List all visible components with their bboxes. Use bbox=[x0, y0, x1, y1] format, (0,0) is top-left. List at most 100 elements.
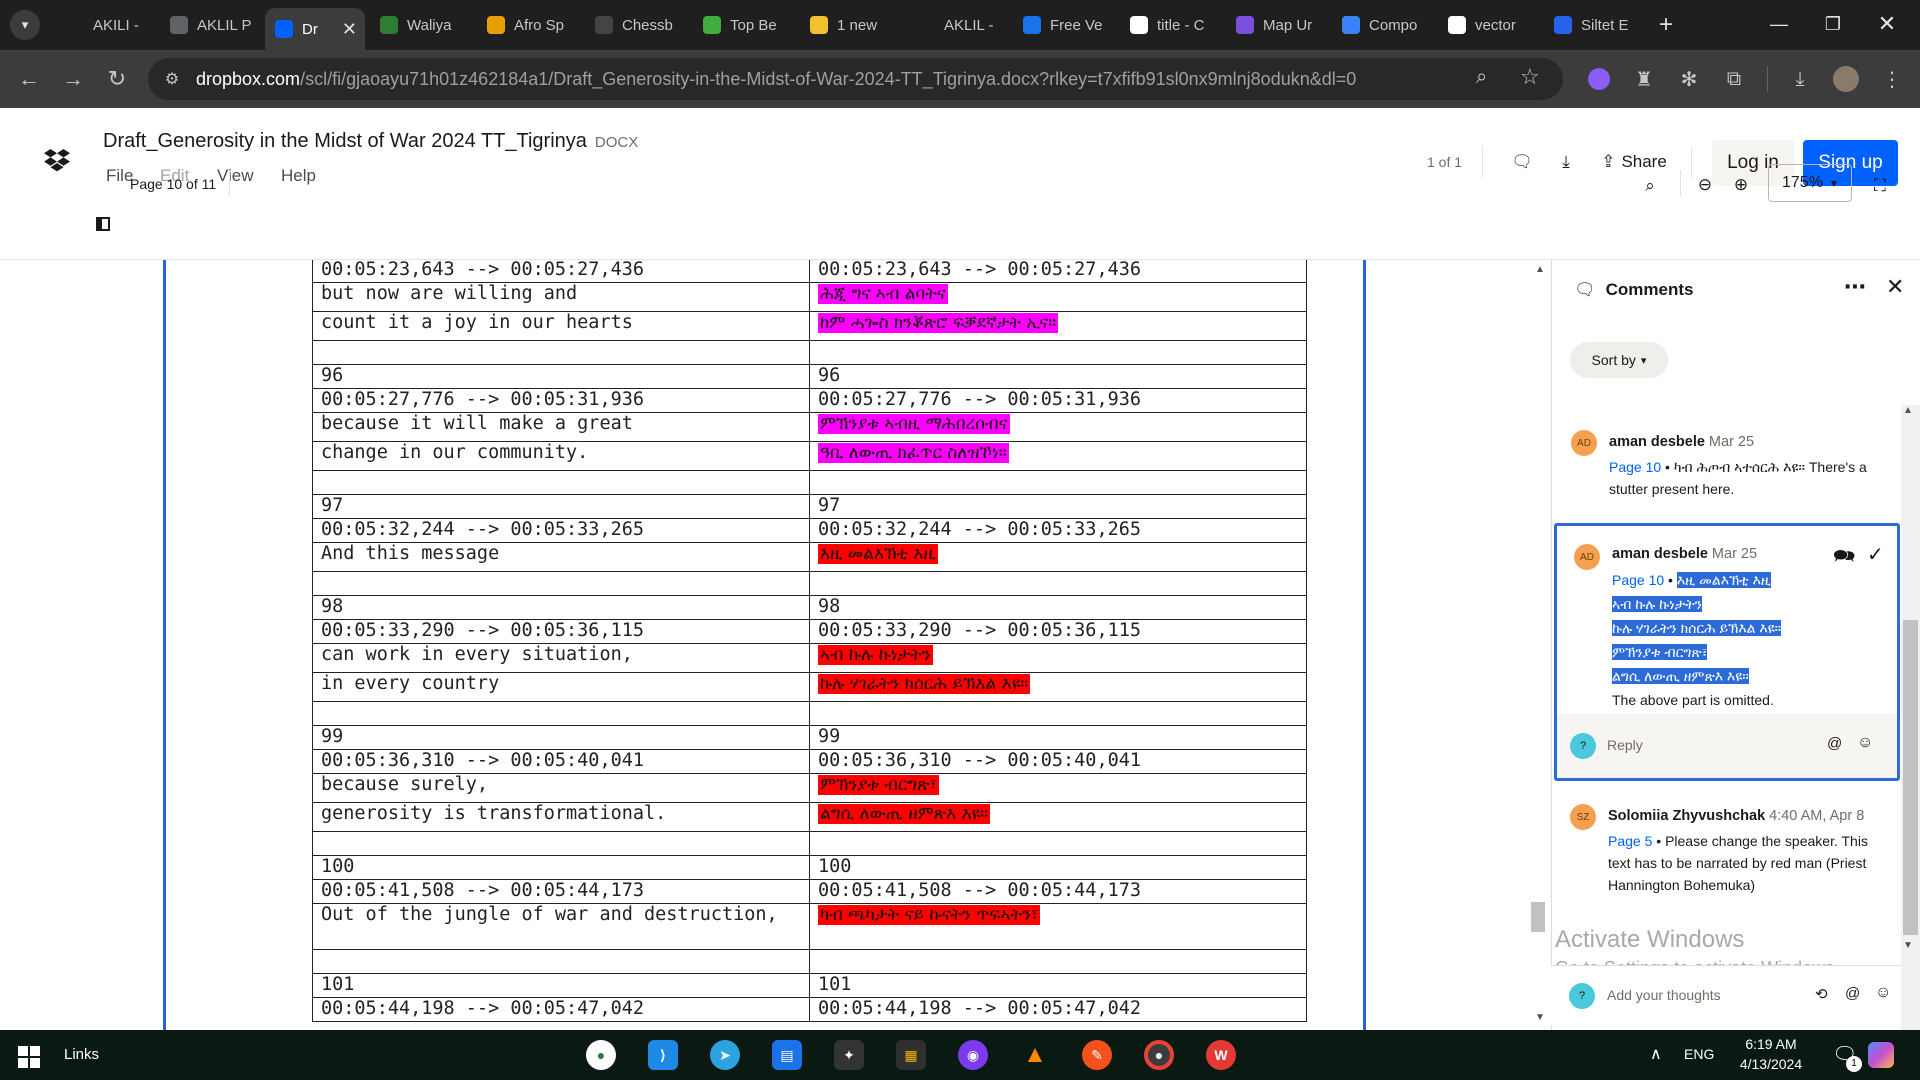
browser-tab[interactable]: AKLIL - bbox=[907, 8, 1005, 42]
browser-tab[interactable]: AKLIL P bbox=[160, 8, 258, 42]
scrollbar-thumb[interactable] bbox=[1903, 620, 1918, 935]
tab-search-button[interactable]: ▾ bbox=[10, 10, 40, 40]
telegram-icon[interactable]: ➤ bbox=[710, 1040, 740, 1070]
add-comment-input[interactable]: Add your thoughts bbox=[1607, 987, 1721, 1003]
sidebar-toggle-icon[interactable] bbox=[96, 217, 110, 231]
browser-tab[interactable]: Afro Sp bbox=[477, 8, 575, 42]
vlc-icon[interactable]: ▲ bbox=[1020, 1040, 1050, 1070]
browser-tab[interactable]: Dr ✕ bbox=[265, 8, 365, 50]
highlighted-text[interactable]: ዓቢ ለውጢ ክፈጥር ስለዝኾነ። bbox=[818, 443, 1009, 463]
chevron-up-icon[interactable]: ∧ bbox=[1650, 1044, 1662, 1064]
extension-purple-icon[interactable] bbox=[1585, 65, 1613, 93]
document-scroll-down-icon[interactable]: ▼ bbox=[1535, 1012, 1545, 1023]
app-icon[interactable]: ◉ bbox=[958, 1040, 988, 1070]
zoom-select[interactable]: 175% ▾ bbox=[1768, 164, 1852, 202]
bookmark-star-icon[interactable]: ☆ bbox=[1520, 64, 1540, 90]
scroll-up-icon[interactable]: ▲ bbox=[1903, 405, 1913, 416]
highlighted-text[interactable]: እዚ መልእኽቲ እዚ bbox=[818, 544, 938, 564]
mention-icon[interactable]: @ bbox=[1845, 985, 1860, 1002]
browser-tab[interactable]: Compo bbox=[1332, 8, 1430, 42]
extension-bug-icon[interactable]: ✻ bbox=[1675, 65, 1703, 93]
highlighted-text[interactable]: ምኽንያቱ ብርግጽ፣ bbox=[818, 775, 939, 795]
menu-help[interactable]: Help bbox=[281, 166, 316, 186]
clock-date[interactable]: 4/13/2024 bbox=[1726, 1056, 1816, 1072]
wps-icon[interactable]: W bbox=[1206, 1040, 1236, 1070]
document-viewer[interactable]: 00:05:23,643 --> 00:05:27,436 00:05:23,64… bbox=[0, 260, 1550, 1030]
search-doc-icon[interactable]: ⌕ bbox=[1636, 172, 1664, 200]
app-icon[interactable]: ✦ bbox=[834, 1040, 864, 1070]
menu-view[interactable]: View bbox=[217, 166, 254, 186]
folder-icon[interactable]: ▤ bbox=[772, 1040, 802, 1070]
close-panel-icon[interactable]: ✕ bbox=[1886, 274, 1904, 300]
fullscreen-icon[interactable]: ⛶ bbox=[1866, 172, 1894, 200]
highlighted-text[interactable]: ካብ ጫካታት ናይ ኩናትን ጥፍኣትን፣ bbox=[818, 905, 1040, 925]
mention-icon[interactable]: @ bbox=[1827, 735, 1842, 752]
browser-tab[interactable]: Free Ve bbox=[1013, 8, 1111, 42]
dropbox-logo-icon[interactable] bbox=[44, 148, 70, 172]
comment-card[interactable]: SZ Solomiia Zhyvushchak 4:40 AM, Apr 8 Pa… bbox=[1551, 804, 1920, 904]
page-link[interactable]: Page 10 bbox=[1612, 572, 1664, 588]
highlighted-text[interactable]: ከም ሓጐስ ክንቖጽሮ ፍቓደኛታት ኢና። bbox=[818, 313, 1059, 333]
windows-start-icon[interactable] bbox=[18, 1046, 40, 1068]
browser-tab[interactable]: Top Be bbox=[693, 8, 791, 42]
emoji-icon[interactable]: ☺ bbox=[1857, 734, 1873, 752]
copilot-icon[interactable] bbox=[1868, 1042, 1894, 1068]
chrome-menu-icon[interactable]: ⋮ bbox=[1878, 65, 1906, 93]
comment-card[interactable]: AD aman desbele Mar 25 Page 10 • ካብ ሕጦብ ኣ… bbox=[1552, 430, 1902, 530]
browser-tab[interactable]: Chessb bbox=[585, 8, 683, 42]
download-doc-icon[interactable]: ⤓ bbox=[1552, 148, 1580, 176]
address-bar[interactable]: ⚙ dropbox.com/scl/fi/gjaoayu71h01z462184… bbox=[148, 58, 1563, 100]
profile-avatar[interactable] bbox=[1832, 65, 1860, 93]
extension-icon[interactable]: ♜ bbox=[1630, 65, 1658, 93]
browser-tab[interactable]: Waliya bbox=[370, 8, 468, 42]
url-text[interactable]: dropbox.com/scl/fi/gjaoayu71h01z462184a1… bbox=[196, 69, 1356, 90]
page-link[interactable]: Page 10 bbox=[1609, 459, 1661, 475]
zoom-in-icon[interactable]: ⊕ bbox=[1728, 172, 1754, 198]
browser-tab[interactable]: Map Ur bbox=[1226, 8, 1324, 42]
document-scrollbar-thumb[interactable] bbox=[1531, 902, 1545, 932]
site-info-icon[interactable]: ⚙ bbox=[160, 67, 184, 91]
highlighted-text[interactable]: ኩሉ ሃገራትን ክሰርሕ ይኽእል እዩ። bbox=[818, 674, 1031, 694]
language-indicator[interactable]: ENG bbox=[1684, 1046, 1714, 1062]
highlighted-text[interactable]: ምኽንያቱ ኣብዚ ማሕበረሰብና bbox=[818, 414, 1010, 434]
highlighted-text[interactable]: ልግሲ ለውጢ ዘምጽእ እዩ። bbox=[818, 804, 991, 824]
browser-tab[interactable]: vector bbox=[1438, 8, 1536, 42]
back-icon[interactable]: ← bbox=[14, 64, 44, 94]
extensions-puzzle-icon[interactable]: ⧉ bbox=[1720, 65, 1748, 93]
close-tab-icon[interactable]: ✕ bbox=[342, 19, 357, 40]
scroll-down-icon[interactable]: ▼ bbox=[1903, 940, 1913, 951]
browser-tab[interactable]: AKILI - bbox=[56, 8, 154, 42]
resolve-check-icon[interactable]: ✓ bbox=[1867, 542, 1884, 567]
attach-icon[interactable]: ⟲ bbox=[1815, 985, 1828, 1003]
restore-icon[interactable]: ❐ bbox=[1810, 8, 1856, 40]
zoom-icon[interactable]: ⌕ bbox=[1476, 66, 1487, 89]
sort-by-button[interactable]: Sort by ▾ bbox=[1570, 342, 1668, 378]
comment-icon[interactable]: 🗨 bbox=[1508, 148, 1536, 176]
forward-icon[interactable]: → bbox=[58, 64, 88, 94]
chrome-icon[interactable]: ● bbox=[1144, 1040, 1174, 1070]
links-toolbar[interactable]: Links bbox=[64, 1046, 99, 1063]
app-icon[interactable]: ✎ bbox=[1082, 1040, 1112, 1070]
browser-tab[interactable]: 1 new bbox=[800, 8, 898, 42]
page-link[interactable]: Page 5 bbox=[1608, 833, 1652, 849]
vscode-icon[interactable]: ⟩ bbox=[648, 1040, 678, 1070]
store-icon[interactable]: ▦ bbox=[896, 1040, 926, 1070]
highlighted-text[interactable]: ኣብ ኩሉ ኩነታትን bbox=[818, 645, 933, 665]
reply-input[interactable]: Reply bbox=[1607, 737, 1643, 753]
browser-tab[interactable]: title - C bbox=[1120, 8, 1218, 42]
add-comment-box[interactable]: ? Add your thoughts ⟲ @ ☺ bbox=[1551, 965, 1901, 1025]
emoji-icon[interactable]: ☺ bbox=[1875, 984, 1891, 1002]
highlighted-text[interactable]: ሕጂ ግና ኣብ ልባትና bbox=[818, 284, 948, 304]
close-window-icon[interactable]: ✕ bbox=[1864, 8, 1910, 40]
clock-time[interactable]: 6:19 AM bbox=[1736, 1036, 1806, 1052]
browser-tab[interactable]: Siltet E bbox=[1544, 8, 1642, 42]
app-icon[interactable]: ● bbox=[586, 1040, 616, 1070]
reply-box[interactable]: ? Reply @ ☺ bbox=[1557, 714, 1897, 778]
zoom-out-icon[interactable]: ⊖ bbox=[1692, 172, 1718, 198]
reload-icon[interactable]: ↻ bbox=[102, 64, 132, 94]
new-tab-icon[interactable]: + bbox=[1650, 8, 1682, 42]
download-icon[interactable]: ⤓ bbox=[1786, 65, 1814, 93]
more-options-icon[interactable]: ⋯ bbox=[1844, 274, 1866, 300]
document-scroll-up-icon[interactable]: ▲ bbox=[1535, 264, 1545, 275]
minimize-icon[interactable]: — bbox=[1756, 8, 1802, 40]
